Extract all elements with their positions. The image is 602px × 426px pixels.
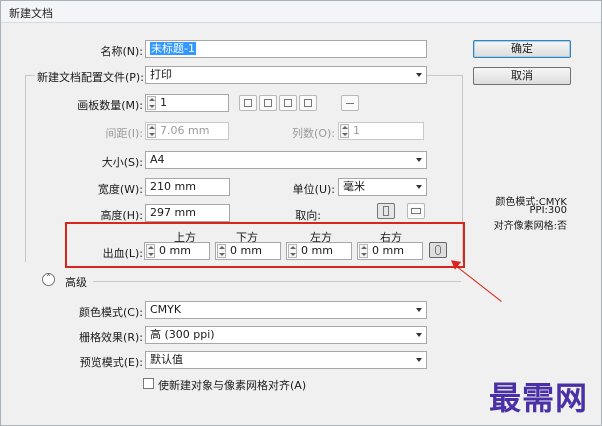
profile-group-border-left (25, 75, 26, 262)
preview-mode-label: 预览模式(E): (79, 356, 143, 369)
cancel-button[interactable]: 取消 (473, 67, 571, 85)
color-mode-select[interactable]: CMYK (145, 301, 427, 319)
preview-mode-select[interactable]: 默认值 (145, 351, 427, 369)
grid-by-column-icon[interactable] (259, 95, 277, 111)
grid-by-row-icon[interactable] (239, 95, 257, 111)
stepper-arrows-icon[interactable] (340, 124, 349, 138)
units-select[interactable]: 毫米 (338, 178, 427, 196)
width-input[interactable]: 210 mm (145, 178, 230, 196)
name-input-value: 未标题-1 (150, 42, 196, 55)
units-value: 毫米 (343, 180, 365, 193)
spacing-stepper[interactable]: 7.06 mm (145, 122, 229, 140)
stepper-arrows-icon[interactable] (147, 124, 156, 138)
chevron-down-icon (416, 73, 422, 77)
units-label: 单位(U): (292, 183, 335, 196)
name-input[interactable]: 未标题-1 (145, 40, 427, 58)
bleed-highlight-box (65, 222, 465, 268)
width-label: 宽度(W): (97, 183, 143, 196)
columns-value: 1 (353, 124, 360, 137)
new-document-dialog: 新建文档 名称(N): 未标题-1 新建文档配置文件(P): 打印 画板数量(M… (0, 0, 602, 426)
dialog-title: 新建文档 (9, 7, 53, 20)
ok-button[interactable]: 确定 (473, 40, 571, 58)
chevron-down-icon (416, 308, 422, 312)
portrait-icon[interactable] (377, 203, 395, 219)
align-pixel-grid-checkbox[interactable] (143, 378, 154, 389)
arrange-by-row-icon[interactable] (279, 95, 297, 111)
artboards-stepper[interactable]: 1 (145, 94, 229, 112)
orientation-label: 取向: (295, 209, 321, 222)
size-select[interactable]: A4 (145, 151, 427, 169)
artboards-value: 1 (160, 96, 167, 109)
color-mode-value: CMYK (150, 303, 182, 316)
arrange-by-column-icon[interactable] (299, 95, 317, 111)
watermark-logo: 最需网 (489, 379, 589, 417)
advanced-label: 高级 (65, 276, 87, 289)
info-ppi: PPI:300 (529, 205, 567, 216)
chevron-down-icon (416, 333, 422, 337)
height-label: 高度(H): (100, 209, 143, 222)
collapse-advanced-icon[interactable]: ˄ (42, 273, 55, 286)
raster-effects-label: 栅格效果(R): (79, 331, 143, 344)
spacing-value: 7.06 mm (160, 124, 210, 137)
chevron-down-icon (416, 185, 422, 189)
columns-label: 列数(O): (292, 127, 335, 140)
change-to-rtl-icon[interactable] (341, 95, 359, 111)
color-mode-label: 颜色模式(C): (79, 306, 143, 319)
preview-mode-value: 默认值 (150, 353, 183, 366)
size-value: A4 (150, 153, 165, 166)
profile-select[interactable]: 打印 (145, 66, 427, 84)
profile-value: 打印 (150, 68, 172, 81)
chevron-down-icon (416, 358, 422, 362)
info-align-grid: 对齐像素网格:否 (493, 221, 567, 232)
stepper-arrows-icon[interactable] (147, 96, 156, 110)
spacing-label: 间距(I): (105, 127, 143, 140)
profile-group-line-left (25, 75, 35, 76)
width-value: 210 mm (150, 180, 196, 193)
title-bar: 新建文档 (1, 1, 601, 23)
landscape-icon[interactable] (407, 203, 425, 219)
advanced-group-line (93, 281, 461, 282)
size-label: 大小(S): (101, 156, 143, 169)
raster-effects-select[interactable]: 高 (300 ppi) (145, 326, 427, 344)
columns-stepper[interactable]: 1 (338, 122, 424, 140)
raster-effects-value: 高 (300 ppi) (150, 328, 215, 341)
align-pixel-grid-label: 使新建对象与像素网格对齐(A) (158, 379, 307, 392)
height-input[interactable]: 297 mm (145, 204, 230, 222)
chevron-down-icon (416, 158, 422, 162)
height-value: 297 mm (150, 206, 196, 219)
annotation-arrow-line (452, 263, 502, 302)
profile-group-line-right (427, 75, 463, 76)
profile-label: 新建文档配置文件(P): (37, 71, 144, 84)
artboards-label: 画板数量(M): (77, 99, 143, 112)
name-label: 名称(N): (100, 45, 143, 58)
